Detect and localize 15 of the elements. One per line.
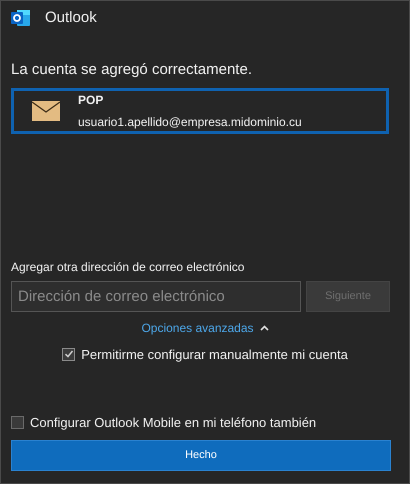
account-email: usuario1.apellido@empresa.midominio.cu [78,114,302,130]
app-logo-icon [11,9,31,27]
checkbox[interactable]: Permitirme configurar manualmente mi cuenta [62,344,348,364]
checkbox[interactable]: Configurar Outlook Mobile en mi teléfono también [11,412,399,432]
envelope-icon [32,100,60,120]
success-heading: La cuenta se agregó correctamente. [11,60,253,80]
done-button[interactable]: Hecho [11,440,391,471]
window-title: Outlook [45,8,97,28]
email-field[interactable]: Dirección de correo electrónico [11,280,301,312]
account-type: POP [78,92,104,108]
checkmark-icon [64,349,74,360]
add-email-label: Agregar otra dirección de correo electrónico [11,258,246,276]
account-card[interactable]: POP usuario1.apellido@empresa.midominio.cu [11,88,389,134]
chevron-icon [260,324,269,330]
advanced-options-link[interactable]: Opciones avanzadas [141,318,269,336]
